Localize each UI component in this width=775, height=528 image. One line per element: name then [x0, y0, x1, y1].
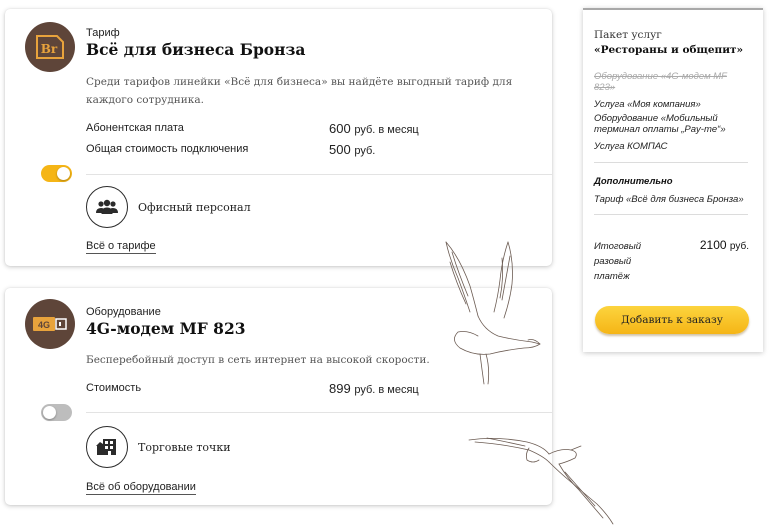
summary-divider	[594, 162, 748, 163]
card-divider	[86, 412, 552, 413]
store-building-icon	[86, 426, 128, 468]
svg-text:Br: Br	[41, 42, 58, 56]
equipment-badge-icon: 4G	[25, 299, 75, 349]
card-kind-label: Тариф	[86, 27, 120, 39]
package-title: «Рестораны и общепит»	[594, 44, 744, 56]
tariff-card: Br Тариф Всё для бизнеса Бронза Среди та…	[5, 9, 552, 266]
package-summary-panel: Пакет услуг «Рестораны и общепит» Оборуд…	[583, 8, 763, 352]
sim-card-icon: Br	[36, 35, 64, 59]
toggle-knob	[43, 406, 56, 419]
summary-divider	[594, 214, 748, 215]
seagull-sketch-icon	[445, 241, 541, 385]
card-kind-label: Оборудование	[86, 306, 161, 318]
package-item: Услуга «Моя компания»	[594, 99, 701, 110]
seagull-sketch-icon	[468, 437, 614, 525]
tariff-toggle[interactable]	[41, 165, 72, 182]
fee-label: Абонентская плата	[86, 122, 184, 134]
equipment-toggle[interactable]	[41, 404, 72, 421]
tariff-more-link[interactable]: Всё о тарифе	[86, 240, 156, 254]
card-title: 4G-модем MF 823	[86, 319, 246, 338]
card-description: Среди тарифов линейки «Всё для бизнеса» …	[86, 76, 513, 106]
additional-item: Тариф «Всё для бизнеса Бронза»	[594, 194, 744, 205]
feature-text: Офисный персонал	[138, 201, 251, 214]
connection-cost-value: 500 руб.	[329, 142, 376, 157]
connection-cost-label: Общая стоимость подключения	[86, 143, 249, 155]
tariff-badge-icon: Br	[25, 22, 75, 72]
usb-modem-icon: 4G	[33, 317, 67, 331]
equipment-more-link[interactable]: Всё об оборудовании	[86, 481, 196, 495]
additional-heading: Дополнительно	[594, 176, 673, 187]
card-divider	[86, 174, 552, 175]
price-label: Стоимость	[86, 382, 142, 394]
toggle-knob	[57, 167, 70, 180]
add-to-order-button[interactable]: Добавить к заказу	[595, 306, 749, 334]
package-label: Пакет услуг	[594, 29, 662, 41]
total-label: Итоговый разовый платёж	[594, 241, 641, 282]
svg-text:4G: 4G	[38, 320, 50, 330]
people-group-icon	[86, 186, 128, 228]
removed-item: Оборудование «4G-модем MF 823»	[594, 71, 727, 93]
package-item: Оборудование «Мобильный терминал оплаты …	[594, 113, 726, 135]
package-item: Услуга КОМПАС	[594, 141, 668, 152]
price-value: 899 руб. в месяц	[329, 381, 419, 396]
card-title: Всё для бизнеса Бронза	[86, 40, 306, 59]
total-value: 2100 руб.	[699, 238, 749, 252]
fee-value: 600 руб. в месяц	[329, 121, 419, 136]
feature-text: Торговые точки	[138, 441, 231, 454]
